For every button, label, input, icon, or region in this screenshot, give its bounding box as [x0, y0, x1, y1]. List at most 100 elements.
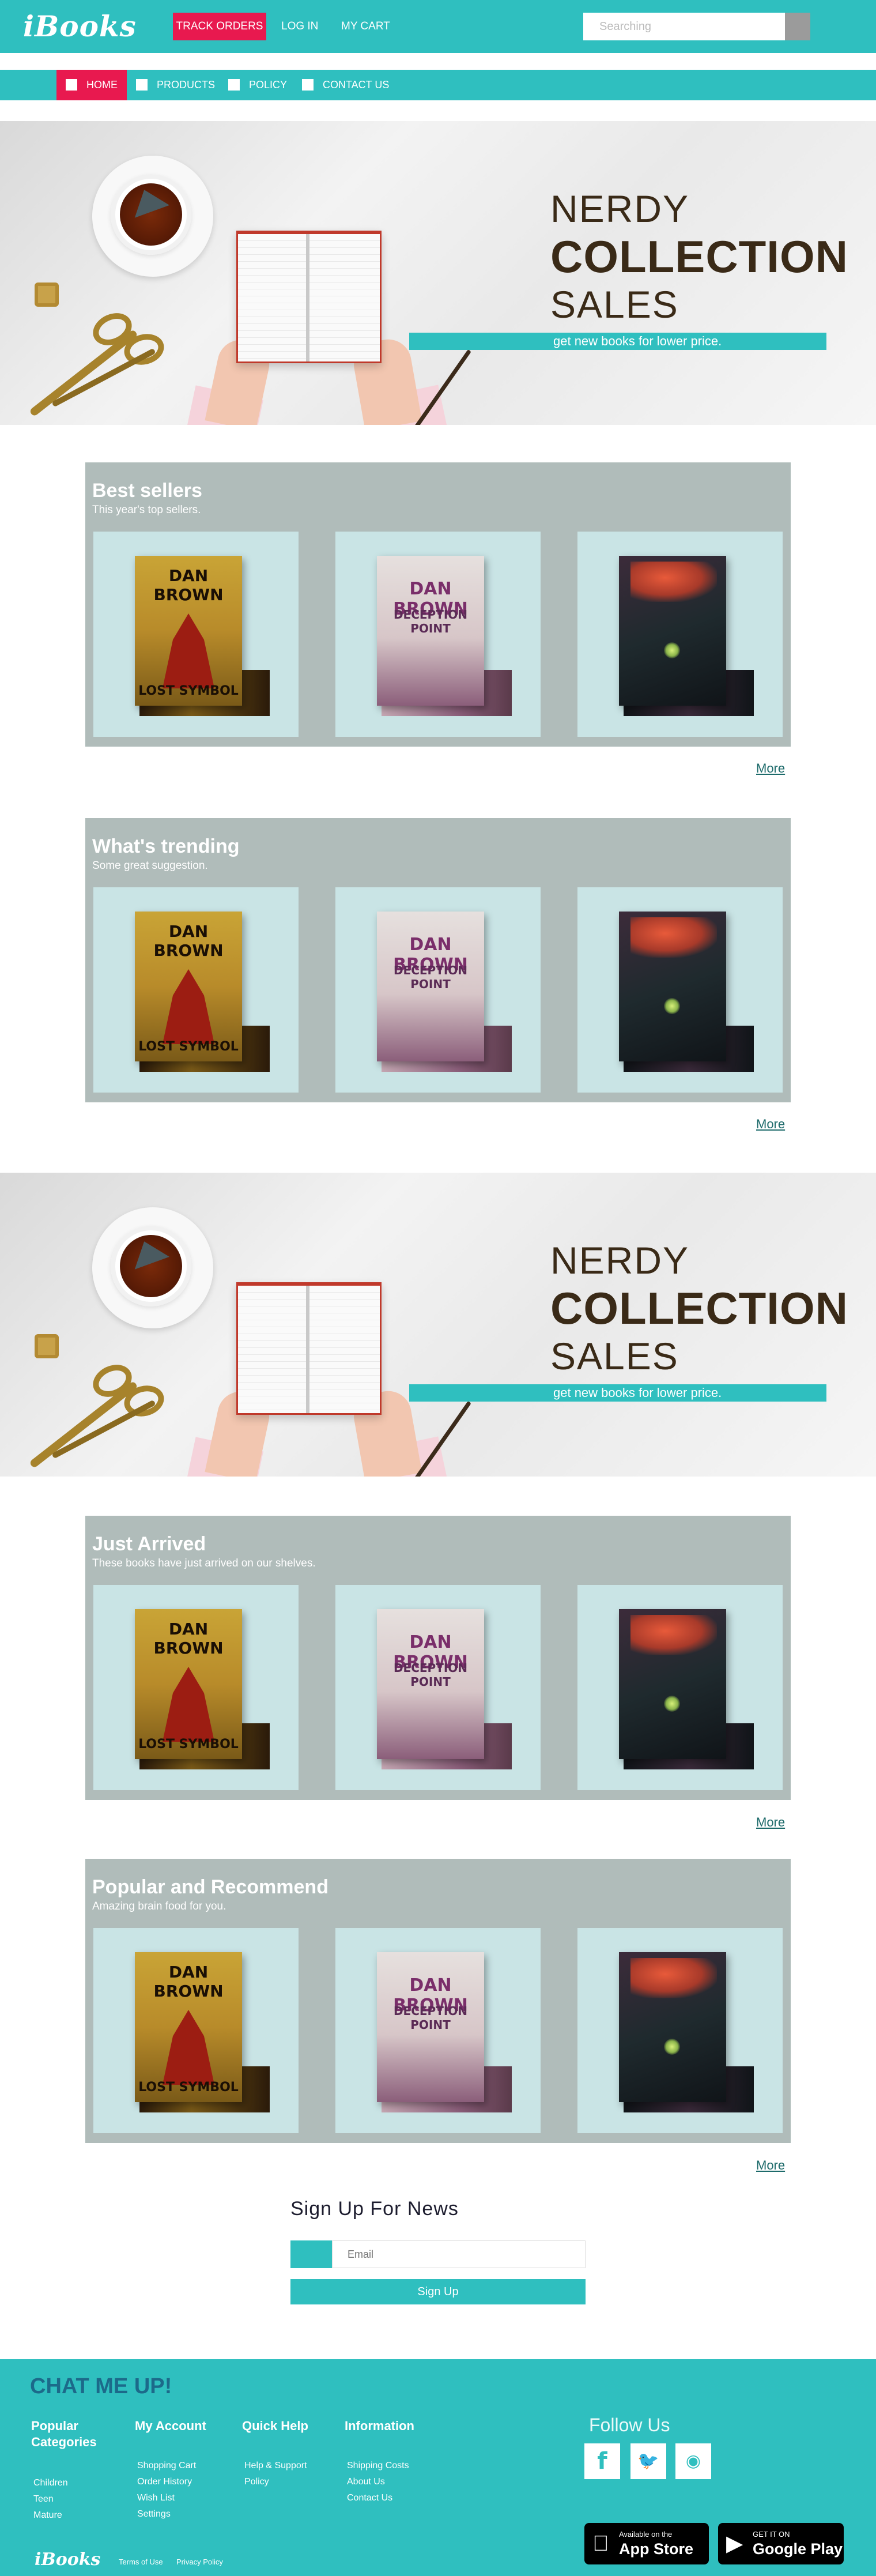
- twitter-icon[interactable]: 🐦: [630, 2443, 666, 2479]
- nav-policy[interactable]: POLICY: [219, 70, 287, 100]
- privacy-link[interactable]: Privacy Policy: [176, 2558, 223, 2566]
- hero-tagline[interactable]: get new books for lower price.: [553, 333, 722, 350]
- notebook-image: [236, 1282, 382, 1415]
- book-cover-art: [664, 998, 680, 1014]
- footer-link[interactable]: Teen: [33, 2494, 54, 2505]
- nav-home[interactable]: HOME: [56, 70, 127, 100]
- google-play-badge[interactable]: ▶ GET IT ON Google Play: [718, 2523, 844, 2564]
- hero-tagline[interactable]: get new books for lower price.: [553, 1384, 722, 1402]
- book-card[interactable]: DAN BROWN DECEPTION POINT: [335, 887, 541, 1093]
- nav-policy-label: POLICY: [249, 79, 288, 91]
- more-link[interactable]: More: [756, 2158, 785, 2173]
- section-title: Just Arrived: [92, 1533, 206, 1555]
- instagram-icon[interactable]: ◉: [675, 2443, 711, 2479]
- site-logo[interactable]: iBooks: [23, 9, 137, 43]
- book-cover-art: [163, 2010, 214, 2085]
- app-store-small-label: Available on the: [619, 2530, 673, 2539]
- binder-clip-image: [35, 283, 59, 307]
- search-input[interactable]: [583, 13, 785, 40]
- book-cover-deception-point: DAN BROWN DECEPTION POINT: [377, 1952, 484, 2102]
- newsletter-email-field[interactable]: [332, 2240, 586, 2268]
- nav-contact-label: CONTACT US: [323, 79, 390, 91]
- book-card[interactable]: [577, 887, 783, 1093]
- section-subtitle: This year's top sellers.: [92, 504, 201, 516]
- footer-link[interactable]: Settings: [137, 2509, 171, 2519]
- terms-link[interactable]: Terms of Use: [119, 2558, 163, 2566]
- google-play-label: Google Play: [753, 2540, 843, 2558]
- footer-link[interactable]: Children: [33, 2478, 68, 2488]
- book-title: DECEPTION POINT: [393, 963, 468, 991]
- footer-link[interactable]: Contact Us: [347, 2493, 392, 2503]
- footer-link[interactable]: Policy: [244, 2477, 269, 2487]
- book-card[interactable]: [577, 532, 783, 737]
- book-cover-lost-symbol: DAN BROWN LOST SYMBOL: [135, 912, 242, 1061]
- section-just-arrived: Just Arrived These books have just arriv…: [85, 1516, 791, 1800]
- book-cover-art: [664, 642, 680, 658]
- footer-help-title: Quick Help: [242, 2419, 308, 2433]
- signup-button[interactable]: Sign Up: [290, 2279, 586, 2304]
- follow-us-heading: Follow Us: [589, 2415, 670, 2435]
- book-card[interactable]: DAN BROWN LOST SYMBOL: [93, 532, 299, 737]
- book-card[interactable]: DAN BROWN DECEPTION POINT: [335, 1928, 541, 2133]
- book-cover-lost-symbol: DAN BROWN LOST SYMBOL: [135, 556, 242, 706]
- section-best-sellers: Best sellers This year's top sellers. DA…: [85, 462, 791, 747]
- footer: CHAT ME UP! Popular Categories Children …: [0, 2359, 876, 2576]
- search-button[interactable]: [785, 13, 810, 40]
- app-store-badge[interactable]:  Available on the App Store: [584, 2523, 709, 2564]
- book-cover-art: [664, 2039, 680, 2055]
- book-title: DECEPTION POINT: [393, 2004, 468, 2032]
- book-cover-art: [163, 613, 214, 688]
- book-card[interactable]: [577, 1928, 783, 2133]
- nav-contact[interactable]: CONTACT US: [293, 70, 389, 100]
- hero-line-3: SALES: [550, 1335, 679, 1377]
- book-title: DECEPTION POINT: [393, 1661, 468, 1689]
- footer-link[interactable]: Shipping Costs: [347, 2461, 409, 2471]
- main-nav: HOME PRODUCTS POLICY CONTACT US: [0, 70, 876, 100]
- book-author: DAN BROWN: [153, 922, 224, 960]
- book-card[interactable]: DAN BROWN LOST SYMBOL: [93, 1928, 299, 2133]
- footer-logo[interactable]: iBooks: [35, 2549, 100, 2570]
- my-cart-link[interactable]: MY CART: [341, 13, 390, 40]
- footer-link[interactable]: Mature: [33, 2510, 62, 2521]
- track-orders-button[interactable]: TRACK ORDERS: [173, 13, 266, 40]
- app-store-label: App Store: [619, 2540, 694, 2558]
- hero-banner: NERDY COLLECTION SALES get new books for…: [0, 121, 876, 425]
- footer-link[interactable]: Order History: [137, 2477, 192, 2487]
- footer-info-title: Information: [345, 2419, 414, 2433]
- book-cover-deception-point: DAN BROWN DECEPTION POINT: [377, 1609, 484, 1759]
- book-cover-lost-symbol: DAN BROWN LOST SYMBOL: [135, 1952, 242, 2102]
- hero-banner: NERDY COLLECTION SALES get new books for…: [0, 1173, 876, 1477]
- book-cover-art: [630, 1958, 717, 1998]
- more-link[interactable]: More: [756, 761, 785, 776]
- book-title: DECEPTION POINT: [393, 608, 468, 635]
- book-cover-art: [163, 1667, 214, 1742]
- book-card[interactable]: DAN BROWN DECEPTION POINT: [335, 1585, 541, 1790]
- book-cover-lost-symbol: DAN BROWN LOST SYMBOL: [135, 1609, 242, 1759]
- footer-link[interactable]: Wish List: [137, 2493, 175, 2503]
- facebook-icon[interactable]: f: [584, 2443, 620, 2479]
- scissors-blade-image: [29, 329, 138, 417]
- footer-link[interactable]: Shopping Cart: [137, 2461, 196, 2471]
- book-card[interactable]: DAN BROWN DECEPTION POINT: [335, 532, 541, 737]
- chat-heading[interactable]: CHAT ME UP!: [30, 2374, 172, 2399]
- footer-link[interactable]: Help & Support: [244, 2461, 307, 2471]
- book-card[interactable]: [577, 1585, 783, 1790]
- book-cover-dark: [619, 1952, 726, 2102]
- login-link[interactable]: LOG IN: [281, 13, 318, 40]
- apple-icon: : [592, 2532, 609, 2555]
- notebook-image: [236, 231, 382, 363]
- footer-link[interactable]: About Us: [347, 2477, 385, 2487]
- section-title: Best sellers: [92, 480, 202, 502]
- home-icon: [66, 78, 77, 91]
- book-card[interactable]: DAN BROWN LOST SYMBOL: [93, 887, 299, 1093]
- more-link[interactable]: More: [756, 1815, 785, 1830]
- book-card[interactable]: DAN BROWN LOST SYMBOL: [93, 1585, 299, 1790]
- book-cover-deception-point: DAN BROWN DECEPTION POINT: [377, 556, 484, 706]
- nav-home-label: HOME: [86, 79, 118, 91]
- more-link[interactable]: More: [756, 1117, 785, 1132]
- nav-products[interactable]: PRODUCTS: [127, 70, 215, 100]
- hero-line-1: NERDY: [550, 1239, 690, 1282]
- book-cover-art: [630, 562, 717, 602]
- top-bar: iBooks TRACK ORDERS LOG IN MY CART: [0, 0, 876, 53]
- binder-clip-image: [35, 1334, 59, 1358]
